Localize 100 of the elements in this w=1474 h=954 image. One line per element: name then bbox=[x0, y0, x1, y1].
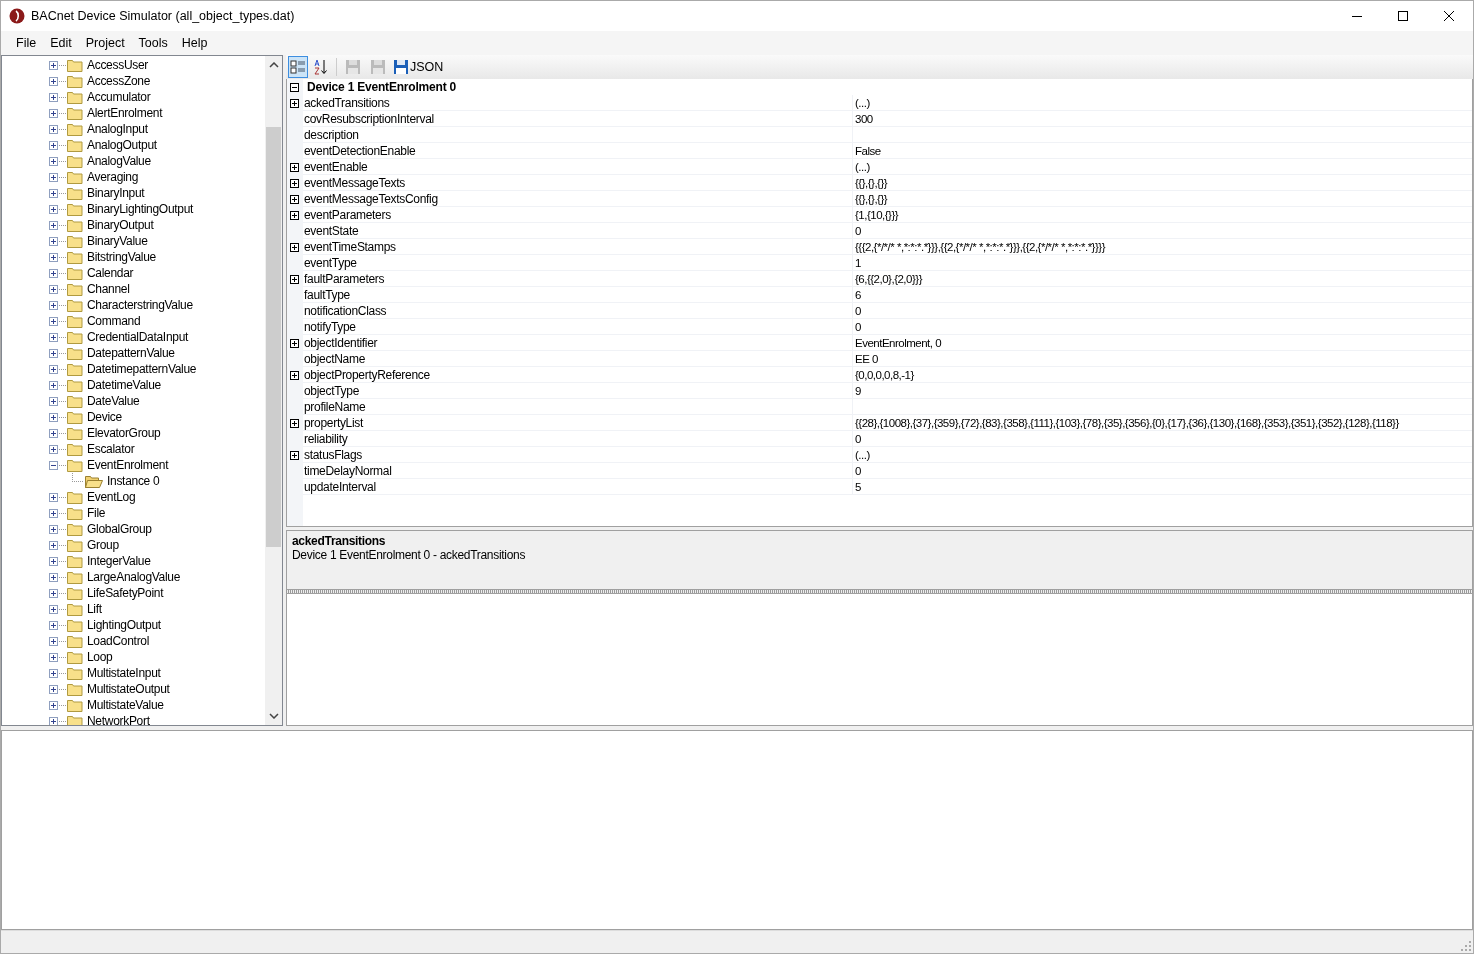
scroll-thumb[interactable] bbox=[266, 127, 281, 547]
property-row[interactable]: covResubscriptionInterval 300 bbox=[287, 111, 1472, 127]
property-name[interactable]: objectType bbox=[304, 383, 360, 398]
property-value[interactable]: 6 bbox=[855, 288, 861, 301]
property-name[interactable]: faultParameters bbox=[304, 271, 385, 286]
property-name[interactable]: objectPropertyReference bbox=[304, 367, 430, 382]
property-row[interactable]: eventParameters {1,{10,{}}} bbox=[287, 207, 1472, 223]
property-row[interactable]: eventState 0 bbox=[287, 223, 1472, 239]
property-name[interactable]: ackedTransitions bbox=[304, 95, 390, 110]
expand-icon[interactable] bbox=[49, 156, 58, 166]
property-row[interactable]: objectType 9 bbox=[287, 383, 1472, 399]
expand-icon[interactable] bbox=[290, 274, 299, 284]
menu-item[interactable]: Help bbox=[174, 36, 215, 50]
property-row[interactable]: objectIdentifier EventEnrolment, 0 bbox=[287, 335, 1472, 351]
expand-icon[interactable] bbox=[290, 162, 299, 172]
expand-icon[interactable] bbox=[49, 444, 58, 454]
property-value[interactable]: {{},{},{}} bbox=[855, 192, 888, 205]
expand-icon[interactable] bbox=[49, 572, 58, 582]
expand-icon[interactable] bbox=[49, 124, 58, 134]
expand-icon[interactable] bbox=[49, 524, 58, 534]
menu-item[interactable]: Tools bbox=[131, 36, 175, 50]
tree-item[interactable]: Command bbox=[87, 314, 141, 328]
property-row[interactable]: eventTimeStamps {{{2,{*/*/* *,*:*:*.*}}},{{2,{*/*/* *,*:*:*.*}}},{{2,{*/*/* *,*:*:*.*}}}} bbox=[287, 239, 1472, 255]
tree-item[interactable]: AnalogValue bbox=[87, 154, 151, 168]
property-name[interactable]: eventState bbox=[304, 223, 359, 238]
expand-icon[interactable] bbox=[49, 172, 58, 182]
close-icon[interactable] bbox=[1443, 10, 1455, 22]
expand-icon[interactable] bbox=[49, 188, 58, 198]
tree-item[interactable]: LightingOutput bbox=[87, 618, 161, 632]
expand-icon[interactable] bbox=[290, 210, 299, 220]
property-name[interactable]: eventMessageTextsConfig bbox=[304, 191, 438, 206]
tree-item[interactable]: NetworkPort bbox=[87, 714, 150, 725]
maximize-icon[interactable] bbox=[1397, 10, 1409, 22]
property-value[interactable]: (...) bbox=[855, 96, 870, 109]
property-value[interactable]: EventEnrolment, 0 bbox=[855, 336, 942, 349]
tree-item[interactable]: BinaryValue bbox=[87, 234, 148, 248]
property-row[interactable]: eventDetectionEnable False bbox=[287, 143, 1472, 159]
property-value[interactable]: False bbox=[855, 144, 881, 157]
property-row[interactable]: propertyList {{28},{1008},{37},{359},{72},{83},{358},{111},{103},{78},{35},{356},{0},{17},{36},{130},{168},{353},{351},{352},{128},{118}} bbox=[287, 415, 1472, 431]
property-row[interactable]: notificationClass 0 bbox=[287, 303, 1472, 319]
expand-icon[interactable] bbox=[290, 242, 299, 252]
expand-icon[interactable] bbox=[49, 220, 58, 230]
expand-icon[interactable] bbox=[49, 540, 58, 550]
property-name[interactable]: notificationClass bbox=[304, 303, 387, 318]
property-row[interactable]: eventMessageTextsConfig {{},{},{}} bbox=[287, 191, 1472, 207]
expand-icon[interactable] bbox=[49, 716, 58, 725]
property-name[interactable]: notifyType bbox=[304, 319, 356, 334]
property-row[interactable]: eventType 1 bbox=[287, 255, 1472, 271]
property-name[interactable]: timeDelayNormal bbox=[304, 463, 392, 478]
property-name[interactable]: eventType bbox=[304, 255, 357, 270]
expand-icon[interactable] bbox=[290, 418, 299, 428]
tree-item[interactable]: BitstringValue bbox=[87, 250, 156, 264]
property-value[interactable]: 9 bbox=[855, 384, 861, 397]
property-name[interactable]: eventDetectionEnable bbox=[304, 143, 416, 158]
tree-item[interactable]: BinaryLightingOutput bbox=[87, 202, 194, 216]
property-row[interactable]: reliability 0 bbox=[287, 431, 1472, 447]
expand-icon[interactable] bbox=[49, 236, 58, 246]
menu-item[interactable]: Project bbox=[78, 36, 132, 50]
scroll-down-icon[interactable] bbox=[268, 713, 279, 719]
scroll-up-icon[interactable] bbox=[268, 62, 279, 68]
expand-icon[interactable] bbox=[49, 108, 58, 118]
property-name[interactable]: eventEnable bbox=[304, 159, 368, 174]
tree-item[interactable]: EventLog bbox=[87, 490, 136, 504]
property-row[interactable]: statusFlags (...) bbox=[287, 447, 1472, 463]
expand-icon[interactable] bbox=[290, 338, 299, 348]
expand-icon[interactable] bbox=[49, 92, 58, 102]
property-value[interactable]: {{},{},{}} bbox=[855, 176, 888, 189]
expand-icon[interactable] bbox=[290, 450, 299, 460]
expand-icon[interactable] bbox=[49, 636, 58, 646]
expand-icon[interactable] bbox=[49, 60, 58, 70]
expand-icon[interactable] bbox=[290, 194, 299, 204]
tree-item[interactable]: DateValue bbox=[87, 394, 140, 408]
tree-item[interactable]: Channel bbox=[87, 282, 130, 296]
property-row[interactable]: ackedTransitions (...) bbox=[287, 95, 1472, 111]
property-name[interactable]: updateInterval bbox=[304, 479, 376, 494]
expand-icon[interactable] bbox=[49, 556, 58, 566]
expand-icon[interactable] bbox=[49, 492, 58, 502]
expand-icon[interactable] bbox=[49, 284, 58, 294]
property-name[interactable]: covResubscriptionInterval bbox=[304, 111, 434, 126]
tree-item[interactable]: AnalogInput bbox=[87, 122, 148, 136]
expand-icon[interactable] bbox=[290, 98, 299, 108]
expand-icon[interactable] bbox=[49, 380, 58, 390]
collapse-icon[interactable] bbox=[290, 82, 299, 92]
tree-item[interactable]: Averaging bbox=[87, 170, 139, 184]
property-row[interactable]: notifyType 0 bbox=[287, 319, 1472, 335]
property-row[interactable]: objectPropertyReference {0,0,0,0,8,-1} bbox=[287, 367, 1472, 383]
tree-item[interactable]: File bbox=[87, 506, 106, 520]
tree-item[interactable]: LoadControl bbox=[87, 634, 150, 648]
save-json-button[interactable]: JSON bbox=[392, 56, 445, 78]
property-name[interactable]: objectIdentifier bbox=[304, 335, 378, 350]
property-value[interactable]: (...) bbox=[855, 448, 870, 461]
tree-item[interactable]: AccessZone bbox=[87, 74, 151, 88]
property-name[interactable]: profileName bbox=[304, 399, 366, 414]
property-value[interactable]: {{{2,{*/*/* *,*:*:*.*}}},{{2,{*/*/* *,*:*:*.*}}},{{2,{*/*/* *,*:*:*.*}}}} bbox=[855, 240, 1105, 253]
tree-item[interactable]: CredentialDataInput bbox=[87, 330, 189, 344]
property-name[interactable]: eventTimeStamps bbox=[304, 239, 396, 254]
property-name[interactable]: faultType bbox=[304, 287, 350, 302]
tree-item[interactable]: BinaryInput bbox=[87, 186, 145, 200]
tree-item[interactable]: ElevatorGroup bbox=[87, 426, 161, 440]
tree-item[interactable]: AccessUser bbox=[87, 58, 148, 72]
